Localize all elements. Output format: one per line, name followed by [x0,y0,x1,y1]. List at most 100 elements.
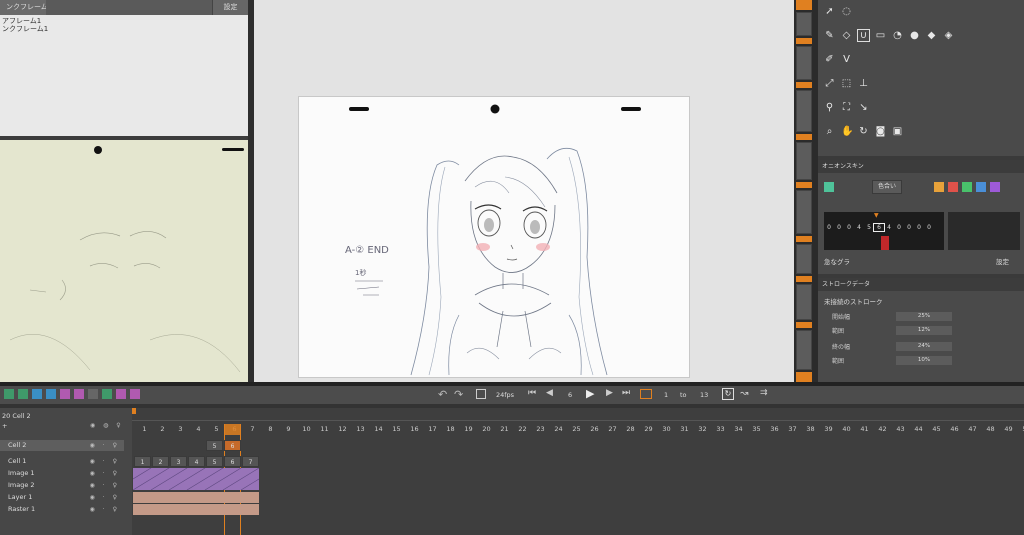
frame-number[interactable]: 25 [568,425,585,433]
onion-color-swatch[interactable] [990,182,1000,192]
palette-tab[interactable] [796,322,812,328]
onion-frame-number[interactable]: 0 [844,224,854,231]
cell-frame[interactable]: 6 [224,456,241,467]
loop-icon[interactable]: ↻ [722,388,734,400]
palette-tab[interactable] [796,134,812,140]
onion-frame-number[interactable]: 0 [904,224,914,231]
current-frame-display[interactable]: 6 [568,391,572,399]
new-layer-icon[interactable] [18,389,28,399]
palette-tab[interactable] [796,190,812,234]
palette-tab[interactable] [796,82,812,88]
frame-number[interactable]: 42 [874,425,891,433]
fps-display[interactable]: 24fps [496,391,514,399]
layer-option-icon[interactable] [116,389,126,399]
frame-number[interactable]: 7 [244,425,261,433]
frame-number[interactable]: 48 [982,425,999,433]
comment-icon[interactable]: ▣ [892,126,903,137]
palette-tab[interactable] [796,330,812,370]
frame-number[interactable]: 22 [514,425,531,433]
layer-row[interactable]: Cell 2 ◉ · ♀ [0,440,124,451]
transform-icon[interactable]: ⤢ [824,78,835,89]
frame-number[interactable]: 19 [460,425,477,433]
range-end[interactable]: 13 [700,391,708,399]
frame-number[interactable]: 9 [280,425,297,433]
palette-tab[interactable] [796,372,812,382]
deform-icon[interactable]: ⛶ [841,102,852,113]
frame-number[interactable]: 30 [658,425,675,433]
line-icon[interactable]: ↘ [858,102,869,113]
last-frame-icon[interactable]: ⏭ [622,388,630,398]
raster1-frames[interactable] [133,504,259,515]
pen-icon[interactable]: ✎ [824,30,835,41]
frame-number[interactable]: 8 [262,425,279,433]
hand-icon[interactable]: ✋ [841,126,853,137]
stroke-value[interactable]: 24% [896,342,952,351]
frame-number[interactable]: 46 [946,425,963,433]
frame-number[interactable]: 41 [856,425,873,433]
layer-type-icon[interactable] [60,389,70,399]
frame-number[interactable]: 20 [478,425,495,433]
cell-frame[interactable]: 6 [224,440,241,451]
palette-tab[interactable] [796,12,812,36]
animation-paper[interactable]: A-② END 1秒 [298,96,690,378]
onion-frame-strip[interactable]: 00045640000 ▼ [824,212,944,250]
onion-frame-number[interactable]: 6 [873,223,885,232]
pin-icon[interactable]: ⊥ [858,78,869,89]
onion-frame-number[interactable]: 4 [884,224,894,231]
layer-type-icon[interactable] [32,389,42,399]
camera-icon[interactable]: ◙ [875,126,886,137]
frame-number[interactable]: 13 [352,425,369,433]
palette-tab[interactable] [796,236,812,242]
frame-number[interactable]: 18 [442,425,459,433]
frame-number[interactable]: 34 [730,425,747,433]
onion-color-swatch[interactable] [934,182,944,192]
frame-number[interactable]: 37 [784,425,801,433]
layer-option-icon[interactable] [88,389,98,399]
onion-frame-number[interactable]: 0 [834,224,844,231]
cell-frame[interactable]: 5 [206,440,223,451]
frame-number[interactable]: 4 [190,425,207,433]
frame-number[interactable]: 45 [928,425,945,433]
layer-row[interactable]: Layer 1 ◉ · ♀ [0,492,124,503]
fill-icon[interactable]: ◔ [892,30,903,41]
rotate-icon[interactable]: ↻ [858,126,869,137]
frame-number[interactable]: 40 [838,425,855,433]
frame-number[interactable]: 27 [604,425,621,433]
layer-row[interactable]: Image 1 ◉ · ♀ [0,468,124,479]
frame-grid[interactable]: 1234567891011121314151617181920212223242… [132,408,1024,535]
frame-number[interactable]: 50 [1018,425,1024,433]
magnet-icon[interactable]: ∪ [857,29,870,42]
frame-number[interactable]: 21 [496,425,513,433]
frame-list-tab[interactable]: ンクフレーム [0,0,46,15]
palette-tab[interactable] [796,276,812,282]
layer-option-icon[interactable] [130,389,140,399]
frame-number[interactable]: 11 [316,425,333,433]
range-start[interactable]: 1 [664,391,668,399]
frame-number[interactable]: 16 [406,425,423,433]
palette-tab[interactable] [796,46,812,80]
stamp-icon[interactable]: ◆ [926,30,937,41]
blob-icon[interactable]: ● [909,30,920,41]
stroke-value[interactable]: 10% [896,356,952,365]
frame-number[interactable]: 43 [892,425,909,433]
eraser-icon[interactable]: ◇ [841,30,852,41]
frame-icon[interactable] [476,389,486,399]
frame-list-item[interactable]: アフレーム1 [2,17,246,25]
onion-frame-number[interactable]: 0 [824,224,834,231]
bounce-icon[interactable]: ↝ [740,388,748,399]
layer-type-icon[interactable] [74,389,84,399]
redo-icon[interactable]: ↷ [454,388,463,401]
frame-number[interactable]: 12 [334,425,351,433]
frame-number[interactable]: 36 [766,425,783,433]
onion-color-swatch[interactable] [824,182,834,192]
next-frame-icon[interactable]: ▶ [606,388,613,398]
shape-icon[interactable]: ▭ [875,30,886,41]
frame-list-item[interactable]: ンクフレーム1 [2,25,246,33]
frame-number[interactable]: 32 [694,425,711,433]
palette-tab[interactable] [796,244,812,274]
new-layer-icon[interactable] [4,389,14,399]
frame-number[interactable]: 44 [910,425,927,433]
frame-number[interactable]: 38 [802,425,819,433]
layer-add-icon[interactable]: + [2,422,7,430]
palette-tab[interactable] [796,142,812,180]
